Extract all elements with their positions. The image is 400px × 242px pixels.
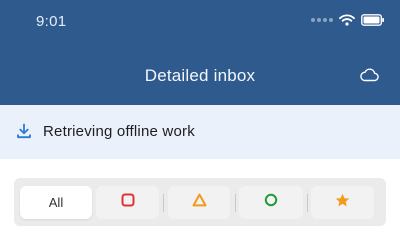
segment-divider xyxy=(235,194,236,212)
page-title: Detailed inbox xyxy=(144,66,256,85)
filter-all-tab[interactable]: All xyxy=(20,186,92,219)
filter-red-square-tab[interactable] xyxy=(96,186,159,219)
orange-star-icon xyxy=(335,193,350,213)
filter-segmented-control: All xyxy=(14,178,386,226)
segment-divider xyxy=(163,194,164,212)
wifi-icon xyxy=(339,14,355,26)
filter-orange-triangle-tab[interactable] xyxy=(168,186,230,219)
battery-icon xyxy=(361,14,385,26)
orange-triangle-icon xyxy=(192,193,207,212)
signal-dots-icon xyxy=(311,18,333,22)
filter-green-circle-tab[interactable] xyxy=(239,186,303,219)
red-square-icon xyxy=(121,193,135,212)
status-time: 9:01 xyxy=(36,13,67,30)
green-circle-icon xyxy=(264,193,278,212)
filter-orange-star-tab[interactable] xyxy=(311,186,374,219)
status-indicators xyxy=(311,14,385,26)
segment-divider xyxy=(307,194,308,212)
cloud-icon[interactable] xyxy=(359,68,379,82)
app-header: 9:01 Detailed inbox xyxy=(0,0,400,105)
banner-text: Retrieving offline work xyxy=(43,123,195,140)
offline-status-banner: Retrieving offline work xyxy=(0,105,400,159)
filter-all-label: All xyxy=(48,195,64,210)
download-icon xyxy=(16,123,32,144)
